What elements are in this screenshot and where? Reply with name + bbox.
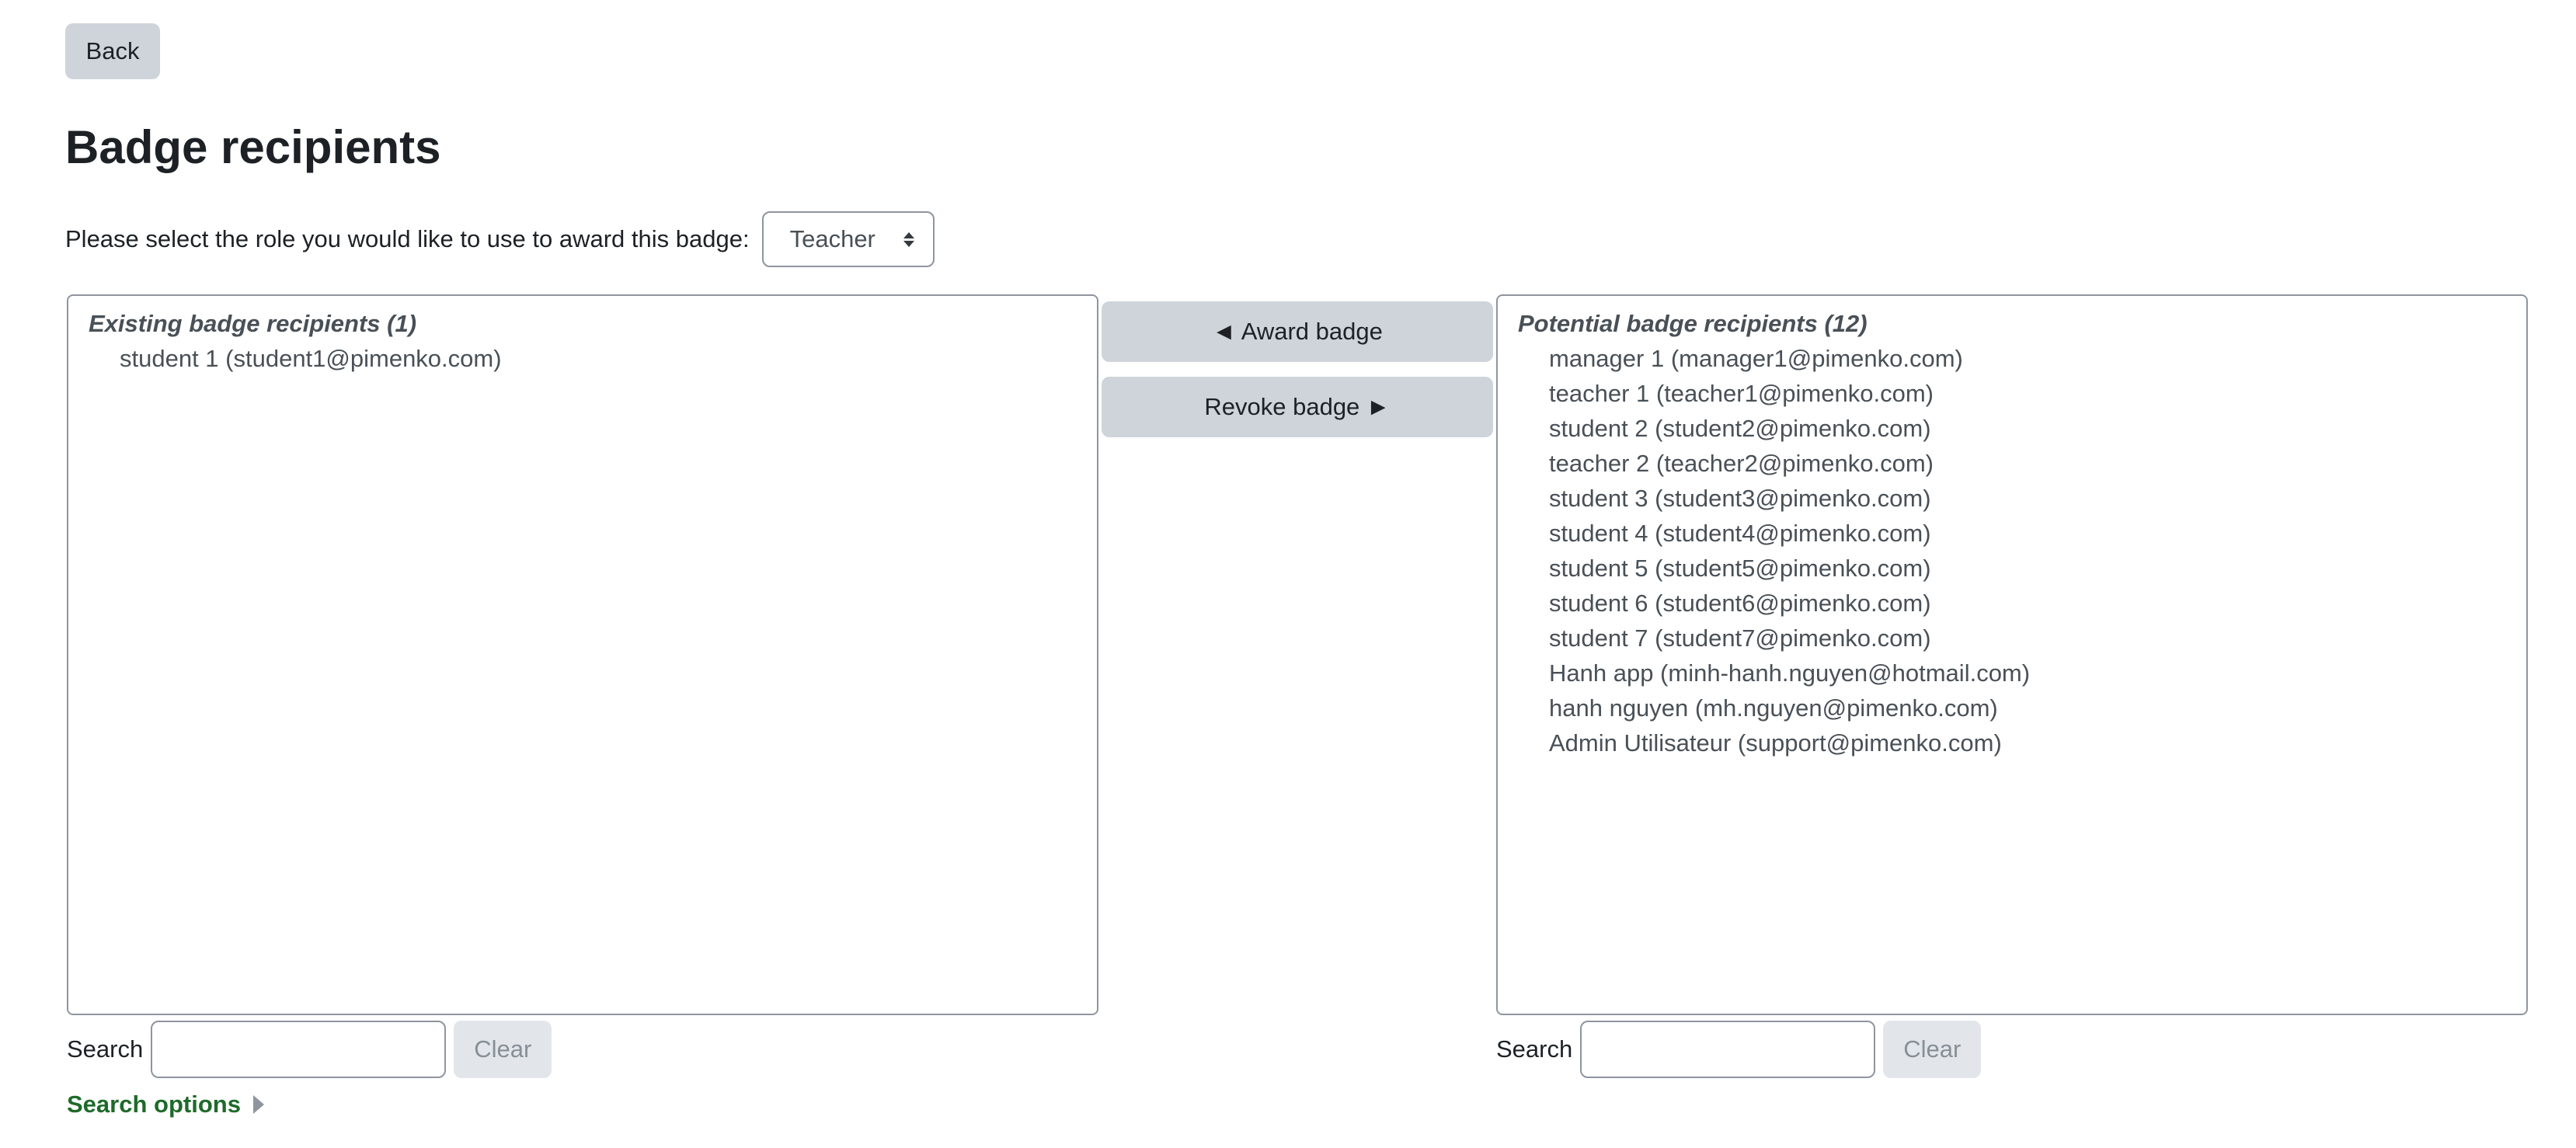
page-title: Badge recipients bbox=[65, 121, 441, 173]
potential-recipient-option[interactable]: student 3 (student3@pimenko.com) bbox=[1498, 481, 2526, 516]
revoke-badge-button[interactable]: Revoke badge ► bbox=[1102, 377, 1493, 437]
role-row: Please select the role you would like to… bbox=[65, 211, 935, 267]
potential-search-row: Search Clear bbox=[1496, 1021, 1982, 1078]
potential-recipient-option[interactable]: Admin Utilisateur (support@pimenko.com) bbox=[1498, 725, 2526, 760]
potential-recipient-option[interactable]: Hanh app (minh-hanh.nguyen@hotmail.com) bbox=[1498, 656, 2526, 691]
potential-recipients-list[interactable]: Potential badge recipients (12) manager … bbox=[1496, 294, 2528, 1015]
existing-clear-button[interactable]: Clear bbox=[454, 1021, 552, 1078]
existing-search-label: Search bbox=[67, 1035, 144, 1063]
potential-recipients-options: manager 1 (manager1@pimenko.com) teacher … bbox=[1498, 341, 2526, 760]
back-button[interactable]: Back bbox=[65, 23, 160, 79]
existing-recipients-options: student 1 (student1@pimenko.com) bbox=[68, 341, 1097, 376]
potential-recipient-option[interactable]: student 2 (student2@pimenko.com) bbox=[1498, 411, 2526, 446]
role-select-label: Please select the role you would like to… bbox=[65, 225, 750, 252]
role-select[interactable]: Teacher bbox=[761, 211, 935, 267]
potential-clear-button[interactable]: Clear bbox=[1883, 1021, 1982, 1078]
existing-recipients-group-label: Existing badge recipients (1) bbox=[89, 310, 417, 337]
potential-recipient-option[interactable]: student 4 (student4@pimenko.com) bbox=[1498, 516, 2526, 551]
role-select-value: Teacher bbox=[789, 225, 875, 252]
search-options-toggle[interactable]: Search options bbox=[67, 1087, 264, 1122]
select-arrows-icon bbox=[903, 231, 914, 247]
potential-search-input[interactable] bbox=[1580, 1021, 1876, 1078]
potential-recipient-option[interactable]: student 7 (student7@pimenko.com) bbox=[1498, 621, 2526, 656]
potential-search-label: Search bbox=[1496, 1035, 1573, 1063]
potential-recipient-option[interactable]: teacher 2 (teacher2@pimenko.com) bbox=[1498, 446, 2526, 481]
existing-search-input[interactable] bbox=[151, 1021, 447, 1078]
potential-recipient-option[interactable]: manager 1 (manager1@pimenko.com) bbox=[1498, 341, 2526, 376]
expand-arrow-icon bbox=[252, 1095, 264, 1114]
potential-recipient-option[interactable]: student 6 (student6@pimenko.com) bbox=[1498, 586, 2526, 621]
page: Back Badge recipients Please select the … bbox=[0, 0, 2576, 1148]
existing-recipient-option[interactable]: student 1 (student1@pimenko.com) bbox=[68, 341, 1097, 376]
existing-recipients-list[interactable]: Existing badge recipients (1) student 1 … bbox=[67, 294, 1098, 1015]
potential-recipient-option[interactable]: student 5 (student5@pimenko.com) bbox=[1498, 551, 2526, 586]
search-options-label: Search options bbox=[67, 1091, 241, 1118]
existing-search-row: Search Clear bbox=[67, 1021, 552, 1078]
award-badge-button[interactable]: ◄ Award badge bbox=[1102, 301, 1493, 362]
potential-recipients-group-label: Potential badge recipients (12) bbox=[1518, 310, 1868, 337]
potential-recipient-option[interactable]: hanh nguyen (mh.nguyen@pimenko.com) bbox=[1498, 691, 2526, 725]
potential-recipient-option[interactable]: teacher 1 (teacher1@pimenko.com) bbox=[1498, 376, 2526, 411]
